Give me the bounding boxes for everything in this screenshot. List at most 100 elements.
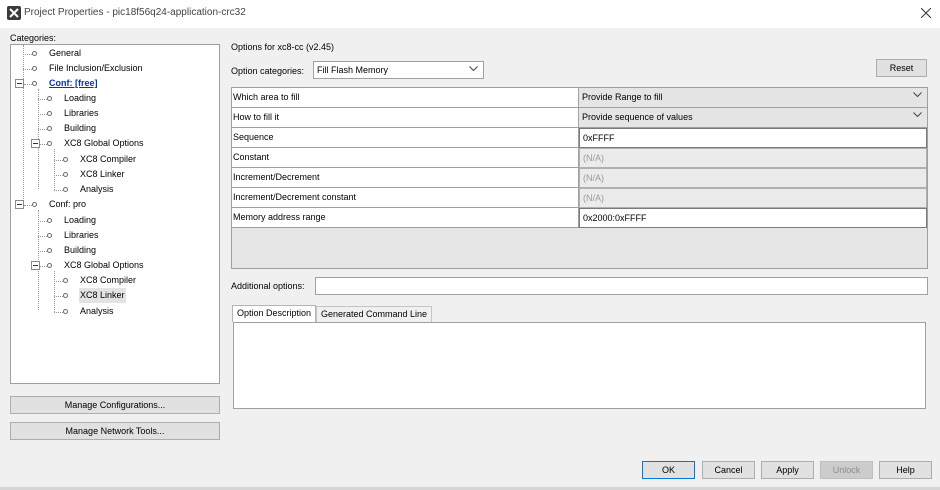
which-area-select[interactable]: Provide Range to fill: [579, 88, 927, 108]
grid-row-increment-decrement-constant[interactable]: Increment/Decrement constant (N/A): [232, 188, 927, 208]
tree-item-building[interactable]: Building: [11, 121, 211, 136]
collapse-icon[interactable]: [31, 139, 40, 148]
tree-item-label: XC8 Compiler: [80, 154, 137, 164]
tab-option-description[interactable]: Option Description: [232, 305, 317, 322]
node-icon: [47, 126, 52, 131]
property-value: (N/A): [583, 193, 604, 203]
node-icon: [47, 263, 52, 268]
categories-label: Categories:: [10, 33, 57, 43]
grid-row-constant[interactable]: Constant (N/A): [232, 148, 927, 168]
option-categories-value: Fill Flash Memory: [317, 65, 389, 75]
tree-item-label: Analysis: [80, 184, 114, 194]
manage-network-tools-button[interactable]: Manage Network Tools...: [10, 422, 220, 440]
tree-item-xc8-linker-selected[interactable]: XC8 Linker: [11, 288, 211, 303]
tree-item-label: Building: [64, 245, 97, 255]
tab-generated-command-line[interactable]: Generated Command Line: [316, 306, 433, 322]
tree-item-label: Building: [64, 123, 97, 133]
grid-row-increment-decrement[interactable]: Increment/Decrement (N/A): [232, 168, 927, 188]
tree-item-label: XC8 Global Options: [64, 260, 144, 270]
option-categories-select[interactable]: Fill Flash Memory: [313, 61, 484, 79]
tree-item-libraries[interactable]: Libraries: [11, 228, 211, 243]
option-categories-label: Option categories:: [231, 66, 305, 76]
property-value: Provide sequence of values: [582, 112, 693, 122]
node-icon: [47, 248, 52, 253]
property-value: (N/A): [583, 173, 604, 183]
tree-item-xc8-linker[interactable]: XC8 Linker: [11, 167, 211, 182]
property-name: How to fill it: [233, 112, 280, 122]
tree-item-loading[interactable]: Loading: [11, 91, 211, 106]
node-icon: [63, 187, 68, 192]
tree-item-label: Libraries: [64, 230, 99, 240]
tree-item-xc8-compiler[interactable]: XC8 Compiler: [11, 152, 211, 167]
node-icon: [63, 172, 68, 177]
grid-row-how-to-fill[interactable]: How to fill it Provide sequence of value…: [232, 108, 927, 128]
app-icon: [7, 6, 21, 20]
node-icon: [63, 293, 68, 298]
cancel-button[interactable]: Cancel: [702, 461, 755, 479]
config-icon: [32, 81, 37, 86]
tree-item-file-inclusion[interactable]: File Inclusion/Exclusion: [11, 61, 211, 76]
memory-address-range-field[interactable]: 0x2000:0xFFFF: [579, 208, 927, 228]
tree-item-label: Libraries: [64, 108, 99, 118]
node-icon: [32, 51, 37, 56]
property-name: Sequence: [233, 132, 274, 142]
property-name: Constant: [233, 152, 270, 162]
tree-item-label: Analysis: [80, 306, 114, 316]
title-bar: Project Properties - pic18f56q24-applica…: [0, 0, 940, 28]
manage-configurations-button[interactable]: Manage Configurations...: [10, 396, 220, 414]
tree-item-xc8-compiler[interactable]: XC8 Compiler: [11, 273, 211, 288]
tree-item-building[interactable]: Building: [11, 243, 211, 258]
constant-field: (N/A): [579, 148, 927, 168]
options-grid[interactable]: Which area to fill Provide Range to fill…: [231, 87, 928, 269]
tree-item-label: XC8 Linker: [79, 288, 126, 303]
apply-button[interactable]: Apply: [761, 461, 814, 479]
tree-item-conf-free[interactable]: Conf: [free]: [11, 76, 211, 91]
tree-item-label: XC8 Compiler: [80, 275, 137, 285]
additional-options-input[interactable]: [315, 277, 928, 295]
categories-tree[interactable]: General File Inclusion/Exclusion Conf: […: [10, 44, 220, 384]
options-header: Options for xc8-cc (v2.45): [231, 42, 335, 52]
tree-item-conf-pro[interactable]: Conf: pro: [11, 197, 211, 212]
property-value: Provide Range to fill: [582, 92, 663, 102]
tree-item-libraries[interactable]: Libraries: [11, 106, 211, 121]
tree-item-loading[interactable]: Loading: [11, 213, 211, 228]
property-value: 0x2000:0xFFFF: [583, 213, 647, 223]
tree-item-analysis[interactable]: Analysis: [11, 182, 211, 197]
additional-options-label: Additional options:: [231, 281, 305, 291]
property-name: Which area to fill: [233, 92, 300, 102]
how-to-fill-select[interactable]: Provide sequence of values: [579, 108, 927, 128]
tree-item-xc8-global-options[interactable]: XC8 Global Options: [11, 136, 211, 151]
tree-item-analysis[interactable]: Analysis: [11, 304, 211, 319]
collapse-icon[interactable]: [15, 200, 24, 209]
tree-item-label: XC8 Linker: [80, 169, 125, 179]
increment-decrement-constant-field: (N/A): [579, 188, 927, 208]
node-icon: [63, 309, 68, 314]
help-button[interactable]: Help: [879, 461, 932, 479]
property-name: Increment/Decrement: [233, 172, 320, 182]
node-icon: [47, 141, 52, 146]
ok-button[interactable]: OK: [642, 461, 695, 479]
chevron-down-icon: [913, 112, 922, 118]
chevron-down-icon: [913, 92, 922, 98]
grid-row-memory-address-range[interactable]: Memory address range 0x2000:0xFFFF: [232, 208, 927, 228]
grid-row-which-area[interactable]: Which area to fill Provide Range to fill: [232, 88, 927, 108]
close-icon[interactable]: [921, 8, 931, 18]
reset-button[interactable]: Reset: [876, 59, 927, 77]
sequence-field[interactable]: 0xFFFF: [579, 128, 927, 148]
node-icon: [47, 111, 52, 116]
node-icon: [47, 218, 52, 223]
collapse-icon[interactable]: [15, 79, 24, 88]
property-name: Memory address range: [233, 212, 326, 222]
node-icon: [32, 66, 37, 71]
option-description-area: [233, 322, 926, 409]
node-icon: [47, 96, 52, 101]
grid-row-sequence[interactable]: Sequence 0xFFFF: [232, 128, 927, 148]
property-value: (N/A): [583, 153, 604, 163]
tree-item-xc8-global-options[interactable]: XC8 Global Options: [11, 258, 211, 273]
collapse-icon[interactable]: [31, 261, 40, 270]
tree-item-general[interactable]: General: [11, 46, 211, 61]
increment-decrement-field: (N/A): [579, 168, 927, 188]
window-title: Project Properties - pic18f56q24-applica…: [24, 7, 246, 18]
tree-item-label: XC8 Global Options: [64, 138, 144, 148]
tree-item-label: General: [49, 48, 82, 58]
